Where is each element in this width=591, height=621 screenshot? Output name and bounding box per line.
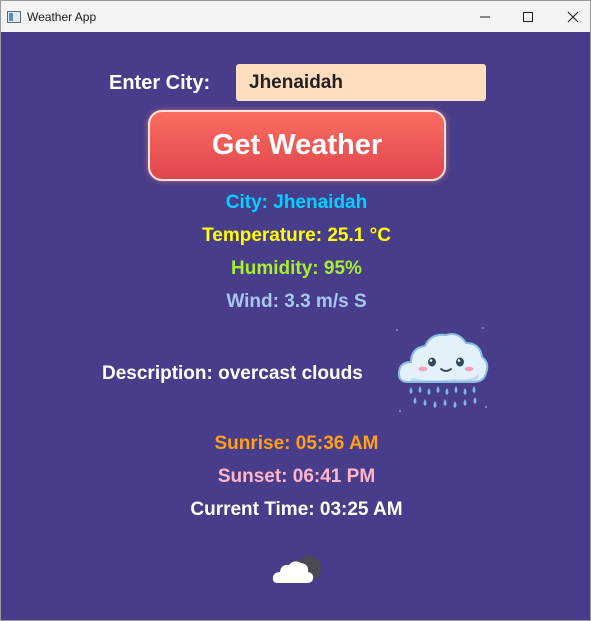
get-weather-button[interactable]: Get Weather: [148, 110, 446, 181]
temperature-text: Temperature: 25.1 °C: [202, 225, 391, 246]
minimize-icon: [480, 16, 490, 17]
wind-text: Wind: 3.3 m/s S: [226, 291, 367, 312]
sunset-text: Sunset: 06:41 PM: [217, 466, 376, 487]
sunrise-text: Sunrise: 05:36 AM: [214, 433, 379, 454]
maximize-button[interactable]: [505, 1, 551, 32]
close-button[interactable]: [550, 1, 590, 32]
minimize-button[interactable]: [462, 1, 508, 32]
close-icon: [567, 11, 579, 22]
city-input[interactable]: [236, 64, 486, 101]
weather-panel: Enter City: Get Weather City: Jhenaidah …: [1, 32, 590, 620]
window-app-icon: [7, 10, 21, 23]
current-time-text: Current Time: 03:25 AM: [190, 499, 403, 520]
humidity-text: Humidity: 95%: [231, 258, 362, 279]
city-label: Enter City:: [109, 72, 211, 94]
rain-cloud-icon: [396, 327, 489, 412]
title-bar[interactable]: Weather App: [1, 1, 590, 32]
app-window: Weather App Enter City: Get Weather City…: [0, 0, 591, 621]
overcast-cloud-icon: [272, 555, 321, 583]
description-text: Description: overcast clouds: [102, 363, 363, 384]
city-text: City: Jhenaidah: [225, 192, 368, 213]
maximize-icon: [523, 11, 533, 22]
window-title: Weather App: [27, 9, 97, 24]
